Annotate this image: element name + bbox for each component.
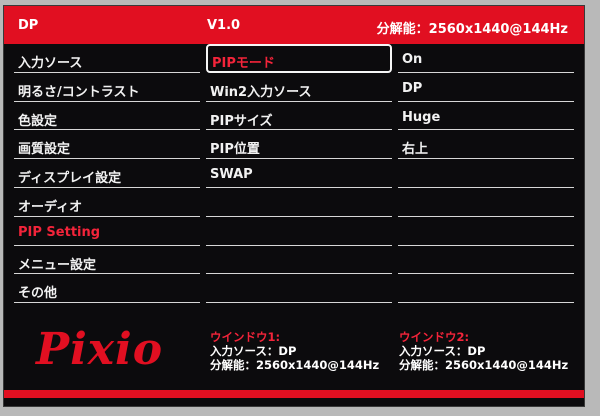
menu-item-picture-quality[interactable]: 画質設定 [14,130,200,160]
submenu-item-empty [206,274,392,304]
value-label: DP [402,80,423,96]
window1-input: 入力ソース：DP [210,344,297,358]
menu-item-label: 画質設定 [18,142,71,158]
menu-item-label: メニュー設定 [18,257,97,273]
window2-info: ウインドウ2: 入力ソース：DP 分解能：2560x1440@144Hz [399,330,568,372]
monitor-osd: DP V1.0 分解能：2560x1440@144Hz 入力ソース 明るさ/コン… [4,6,584,406]
menu-item-input-source[interactable]: 入力ソース [14,44,200,73]
menu-item-menu-settings[interactable]: メニュー設定 [14,246,200,275]
submenu-item-label: PIPサイズ [210,113,273,129]
menu-item-color-settings[interactable]: 色設定 [14,102,200,131]
value-win2-input[interactable]: DP [398,73,574,102]
value-empty [398,274,574,304]
submenu-item-pip-size[interactable]: PIPサイズ [206,102,392,131]
value-label: 右上 [402,142,429,158]
submenu-item-label: Win2入力ソース [210,84,312,100]
value-empty [398,188,574,217]
pip-submenu: PIPモード Win2入力ソース PIPサイズ PIP位置 SWAP [206,44,392,304]
submenu-item-label: PIPモード [212,56,275,71]
submenu-item-label: SWAP [210,167,253,183]
value-pip-mode[interactable]: On [398,44,574,73]
value-pip-size[interactable]: Huge [398,102,574,131]
osd-header-bar: DP V1.0 分解能：2560x1440@144Hz [4,6,584,44]
submenu-item-empty [206,217,392,246]
submenu-item-empty [206,246,392,275]
menu-item-brightness-contrast[interactable]: 明るさ/コントラスト [14,73,200,102]
value-pip-position[interactable]: 右上 [398,130,574,160]
submenu-item-pip-position[interactable]: PIP位置 [206,130,392,160]
menu-item-label: ディスプレイ設定 [18,171,122,187]
window2-input: 入力ソース：DP [399,344,486,358]
firmware-version-label: V1.0 [207,18,241,33]
submenu-item-label: PIP位置 [210,142,260,158]
value-label: Huge [402,109,441,125]
menu-item-label: 色設定 [18,113,58,129]
resolution-label: 分解能：2560x1440@144Hz [376,22,568,37]
menu-item-label: オーディオ [18,199,83,215]
menu-item-label: 入力ソース [18,56,83,71]
submenu-item-empty [206,188,392,217]
submenu-item-pip-mode[interactable]: PIPモード [206,44,392,73]
menu-item-other[interactable]: その他 [14,274,200,304]
menu-item-pip-setting[interactable]: PIP Setting [14,217,200,246]
value-empty [398,159,574,188]
menu-item-display-settings[interactable]: ディスプレイ設定 [14,159,200,188]
menu-item-label: PIP Setting [18,224,101,240]
window1-resolution: 分解能：2560x1440@144Hz [210,358,380,372]
value-empty [398,217,574,246]
submenu-item-win2-input[interactable]: Win2入力ソース [206,73,392,102]
window1-info: ウインドウ1: 入力ソース：DP 分解能：2560x1440@144Hz [210,330,379,372]
menu-item-audio[interactable]: オーディオ [14,188,200,217]
current-input-label: DP [18,18,39,33]
window2-title: ウインドウ2: [399,330,470,344]
value-column: On DP Huge 右上 [398,44,574,304]
window2-resolution: 分解能：2560x1440@144Hz [399,358,569,372]
menu-item-label: その他 [18,286,58,302]
window1-title: ウインドウ1: [210,330,281,344]
menu-item-label: 明るさ/コントラスト [18,84,140,100]
osd-footer-bar [4,390,584,398]
pixio-logo: Pixio [36,324,164,375]
main-menu: 入力ソース 明るさ/コントラスト 色設定 画質設定 ディスプレイ設定 オーディオ… [14,44,200,304]
value-label: On [402,52,423,67]
submenu-item-swap[interactable]: SWAP [206,159,392,188]
value-empty [398,246,574,275]
